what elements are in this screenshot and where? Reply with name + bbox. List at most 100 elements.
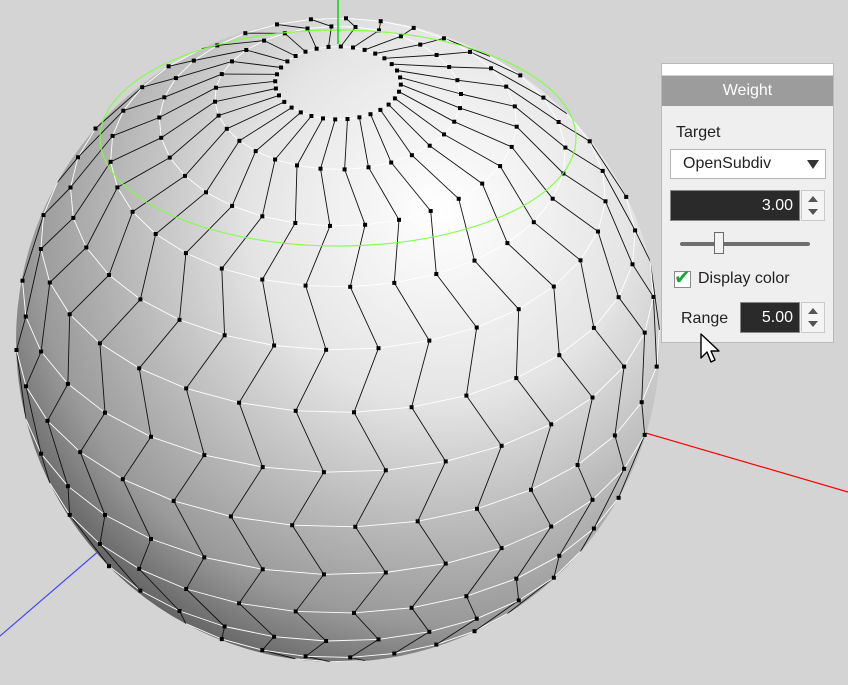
mesh-vertex — [603, 199, 608, 204]
mesh-vertex — [392, 651, 397, 656]
mesh-vertex — [415, 519, 420, 524]
mesh-vertex — [183, 251, 188, 256]
mesh-vertex — [518, 73, 523, 78]
mesh-vertex — [303, 283, 308, 288]
mesh-vertex — [514, 124, 519, 129]
mesh-vertex — [321, 470, 326, 475]
mesh-vertex — [443, 459, 448, 464]
arrow-down-icon[interactable] — [808, 321, 818, 327]
mesh-vertex — [392, 96, 397, 101]
mesh-vertex — [121, 108, 126, 113]
mesh-vertex — [272, 634, 277, 639]
mesh-vertex — [345, 117, 350, 121]
mesh-vertex — [409, 405, 414, 410]
mesh-vertex — [167, 155, 172, 160]
mesh-vertex — [464, 594, 469, 599]
weight-slider-thumb[interactable] — [714, 232, 724, 254]
mesh-vertex — [468, 49, 472, 54]
mesh-vertex — [177, 317, 182, 322]
arrow-up-icon[interactable] — [808, 308, 818, 314]
arrow-down-icon[interactable] — [808, 209, 818, 215]
weight-input[interactable]: 3.00 — [670, 190, 800, 221]
mesh-vertex — [472, 258, 477, 263]
mesh-vertex — [272, 343, 277, 348]
mesh-vertex — [219, 72, 224, 77]
mesh-vertex — [329, 24, 334, 29]
mesh-vertex — [38, 247, 43, 251]
mesh-vertex — [630, 262, 635, 267]
mesh-vertex — [326, 44, 331, 49]
mesh-vertex — [338, 44, 343, 49]
mesh-vertex — [20, 278, 25, 283]
mesh-vertex — [103, 513, 107, 517]
mesh-vertex — [213, 99, 217, 104]
mesh-vertex — [162, 95, 167, 100]
mesh-vertex — [222, 333, 227, 338]
range-spinner[interactable] — [801, 302, 825, 333]
mesh-vertex — [409, 153, 414, 158]
mesh-vertex — [107, 564, 111, 569]
mesh-vertex — [103, 410, 107, 415]
mesh-vertex — [260, 214, 265, 219]
mesh-vertex — [137, 366, 142, 371]
mesh-vertex — [452, 119, 457, 124]
mesh-vertex — [202, 453, 207, 458]
mesh-vertex — [309, 114, 314, 118]
mesh-vertex — [108, 159, 113, 164]
mesh-vertex — [149, 434, 153, 439]
mesh-vertex — [596, 229, 600, 234]
mesh-vertex — [612, 433, 617, 438]
mesh-vertex — [305, 26, 310, 31]
mesh-vertex — [428, 209, 433, 213]
arrow-up-icon[interactable] — [808, 196, 818, 202]
weight-slider-track[interactable] — [680, 242, 810, 246]
sphere-mesh[interactable] — [16, 18, 660, 662]
mesh-vertex — [260, 465, 265, 470]
mesh-vertex — [434, 272, 439, 276]
mesh-vertex — [427, 338, 432, 343]
mesh-vertex — [622, 466, 627, 471]
mesh-vertex — [153, 232, 158, 236]
mesh-vertex — [262, 38, 267, 43]
chevron-down-icon — [807, 160, 819, 169]
weight-spinner[interactable] — [801, 190, 825, 221]
mesh-vertex — [366, 165, 371, 170]
mesh-vertex — [230, 203, 235, 208]
mesh-vertex — [639, 400, 644, 405]
panel-top-strip — [662, 64, 833, 76]
mesh-vertex — [253, 149, 258, 154]
mesh-vertex — [458, 106, 462, 111]
mesh-vertex — [67, 312, 72, 317]
mesh-vertex — [352, 610, 356, 615]
range-input[interactable]: 5.00 — [740, 302, 800, 333]
mesh-vertex — [244, 48, 249, 52]
mesh-vertex — [591, 526, 596, 531]
mesh-vertex — [383, 570, 388, 575]
mesh-vertex — [202, 555, 207, 560]
mesh-vertex — [389, 160, 394, 165]
mesh-vertex — [590, 497, 595, 502]
weight-panel: Weight Target OpenSubdiv 3.00 ✔ Display … — [661, 63, 834, 343]
mesh-vertex — [71, 215, 76, 220]
mesh-vertex — [357, 115, 362, 120]
mesh-vertex — [308, 17, 313, 22]
mesh-vertex — [616, 295, 621, 300]
mesh-vertex — [184, 587, 189, 591]
mesh-vertex — [120, 477, 125, 482]
target-dropdown[interactable]: OpenSubdiv — [670, 149, 826, 179]
mesh-vertex — [397, 89, 401, 94]
mesh-vertex — [348, 284, 353, 289]
mesh-vertex — [65, 484, 70, 489]
mesh-vertex — [383, 468, 388, 473]
mesh-vertex — [556, 120, 561, 124]
display-color-checkbox[interactable]: ✔ — [674, 268, 691, 288]
mesh-vertex — [110, 133, 115, 138]
mesh-vertex — [130, 209, 135, 214]
mesh-vertex — [68, 185, 73, 190]
mesh-vertex — [293, 609, 298, 614]
mesh-vertex — [456, 196, 461, 201]
mesh-vertex — [328, 223, 332, 228]
mesh-vertex — [395, 68, 399, 73]
mesh-vertex — [260, 277, 265, 282]
mesh-vertex — [541, 95, 546, 100]
